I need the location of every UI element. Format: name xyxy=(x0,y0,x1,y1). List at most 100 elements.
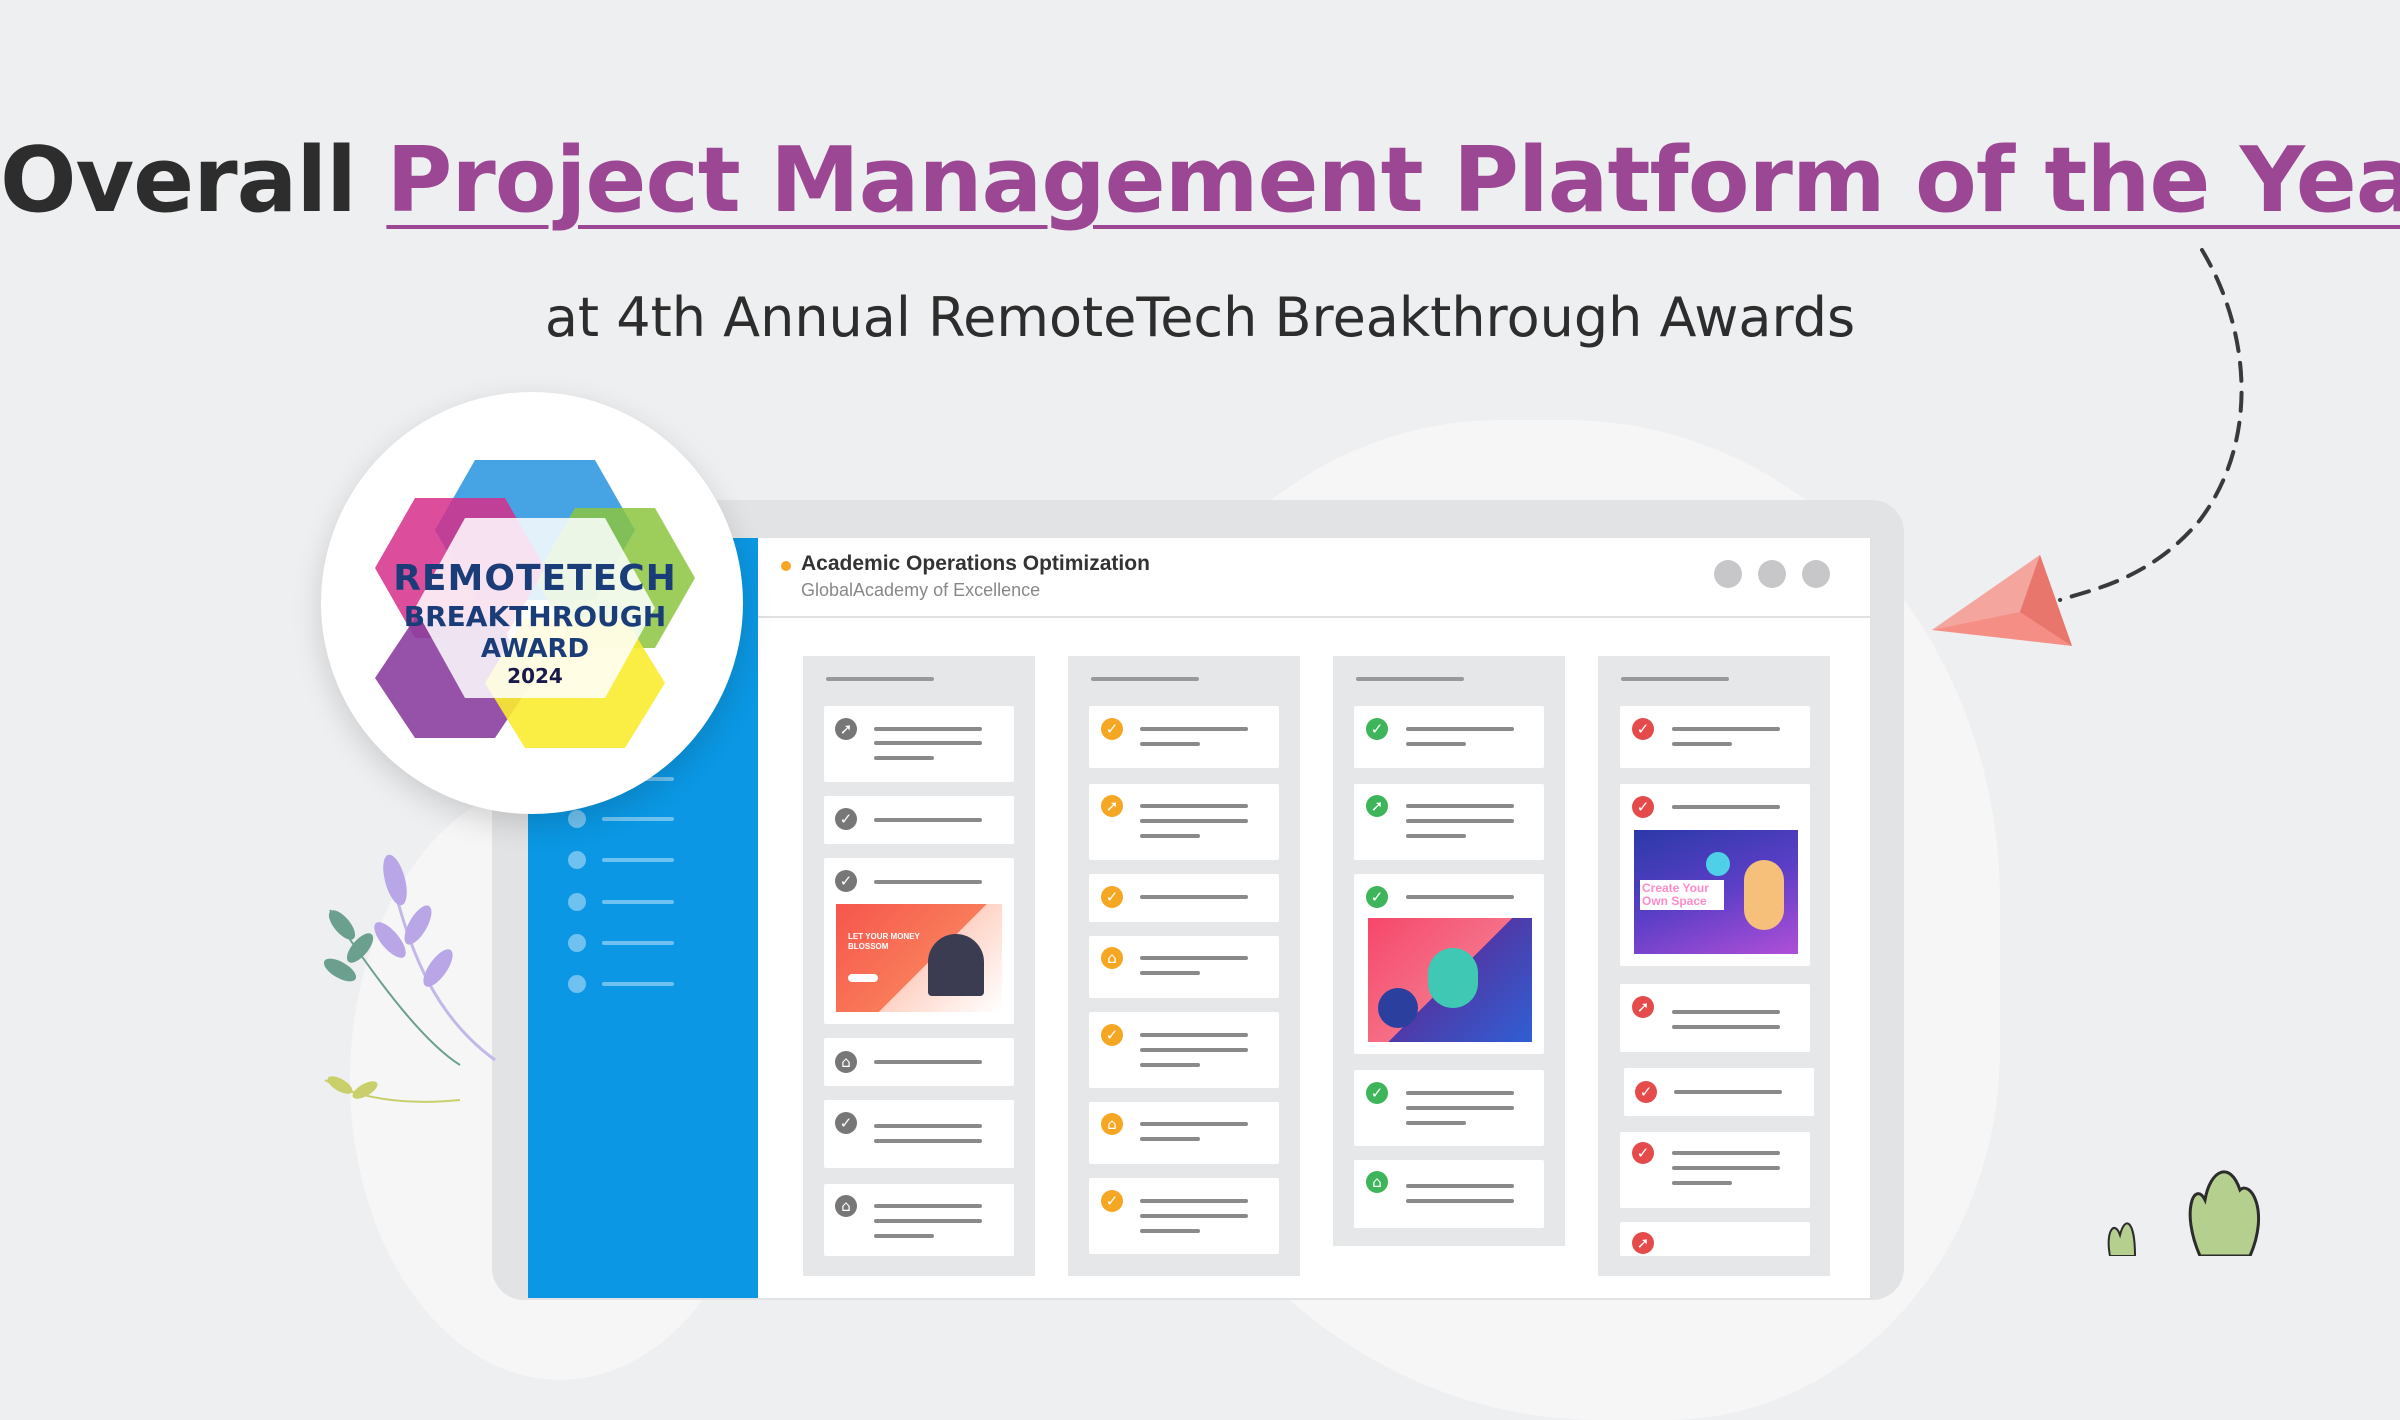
card-line xyxy=(1140,804,1248,808)
card-line xyxy=(1140,1063,1200,1067)
card-line xyxy=(1672,1181,1732,1185)
window-maximize-button[interactable] xyxy=(1758,560,1786,588)
check-status-icon: ✓ xyxy=(1632,1142,1654,1164)
card-image-caption: LET YOUR MONEY BLOSSOM xyxy=(848,932,920,951)
card-line xyxy=(874,741,982,745)
check-status-icon: ✓ xyxy=(1366,718,1388,740)
house-status-icon: ⌂ xyxy=(835,1051,857,1073)
column-title xyxy=(1091,677,1199,681)
project-title: Academic Operations Optimization xyxy=(801,552,1150,575)
check-status-icon: ✓ xyxy=(1366,886,1388,908)
card-line xyxy=(1140,895,1248,899)
project-organization: GlobalAcademy of Excellence xyxy=(801,580,1041,600)
task-card[interactable] xyxy=(1354,1160,1544,1228)
card-line xyxy=(1140,956,1248,960)
card-line xyxy=(874,1219,982,1223)
sidebar-item-dot[interactable] xyxy=(568,810,586,828)
plant-left-icon xyxy=(323,854,496,1103)
card-line xyxy=(1672,1166,1780,1170)
award-badge-year: 2024 xyxy=(507,664,563,688)
sidebar-item-line xyxy=(602,900,674,904)
card-line xyxy=(1140,742,1200,746)
card-line xyxy=(874,1060,982,1064)
arrow-status-icon: ➚ xyxy=(1366,795,1388,817)
card-line xyxy=(1406,804,1514,808)
card-line xyxy=(874,1234,934,1238)
card-line xyxy=(1140,1048,1248,1052)
award-badge-line3: AWARD xyxy=(480,634,590,664)
check-status-icon: ✓ xyxy=(835,808,857,830)
card-image-own-space: Create Your Own Space xyxy=(1634,830,1798,954)
card-line xyxy=(1140,1033,1248,1037)
card-line xyxy=(1140,834,1200,838)
card-line xyxy=(874,1204,982,1208)
card-line xyxy=(874,818,982,822)
arrow-status-icon: ➚ xyxy=(1101,795,1123,817)
card-line xyxy=(874,1139,982,1143)
card-line xyxy=(1672,805,1780,809)
card-image-figure xyxy=(928,934,984,996)
headline: Overall Project Management Platform of t… xyxy=(0,128,2400,233)
card-image-money-blossom: LET YOUR MONEY BLOSSOM xyxy=(836,904,1002,1012)
sidebar-item-dot[interactable] xyxy=(568,851,586,869)
check-status-icon: ✓ xyxy=(1101,1024,1123,1046)
card-line xyxy=(1674,1090,1782,1094)
house-status-icon: ⌂ xyxy=(1101,947,1123,969)
house-status-icon: ⌂ xyxy=(1101,1113,1123,1135)
card-line xyxy=(1406,834,1466,838)
card-image-caption: Create Your Own Space xyxy=(1640,880,1724,910)
sidebar-item-line xyxy=(602,941,674,945)
card-line xyxy=(1406,1106,1514,1110)
award-badge-line2: BREAKTHROUGH xyxy=(403,600,667,633)
check-status-icon: ✓ xyxy=(1366,1082,1388,1104)
card-line xyxy=(1140,1229,1200,1233)
paper-plane-icon xyxy=(1932,555,2072,646)
card-line xyxy=(874,727,982,731)
sidebar-item-dot[interactable] xyxy=(568,893,586,911)
sidebar-item-dot[interactable] xyxy=(568,975,586,993)
card-line xyxy=(1140,727,1248,731)
arrow-status-icon: ➚ xyxy=(1632,1232,1654,1254)
check-status-icon: ✓ xyxy=(1101,718,1123,740)
card-line xyxy=(1406,742,1466,746)
check-status-icon: ✓ xyxy=(835,870,857,892)
card-line xyxy=(1140,971,1200,975)
window-header xyxy=(758,538,1870,618)
window-minimize-button[interactable] xyxy=(1714,560,1742,588)
subheadline-prefix: at xyxy=(544,286,600,349)
card-line xyxy=(1672,1010,1780,1014)
check-status-icon: ✓ xyxy=(1101,886,1123,908)
card-image-planet xyxy=(1706,852,1730,876)
project-status-dot xyxy=(781,561,791,571)
sidebar-item-dot[interactable] xyxy=(568,934,586,952)
card-line xyxy=(1672,1025,1780,1029)
window-close-button[interactable] xyxy=(1802,560,1830,588)
card-image-illustration xyxy=(1368,918,1532,1042)
card-line xyxy=(1140,819,1248,823)
plant-right-icon xyxy=(2107,1170,2260,1256)
card-image-figure xyxy=(1744,860,1784,930)
card-line xyxy=(1140,1122,1248,1126)
task-card[interactable] xyxy=(824,1100,1014,1168)
column-title xyxy=(1356,677,1464,681)
card-line xyxy=(1140,1137,1200,1141)
card-line xyxy=(1672,742,1732,746)
card-line xyxy=(1406,1184,1514,1188)
check-status-icon: ✓ xyxy=(835,1112,857,1134)
house-status-icon: ⌂ xyxy=(835,1195,857,1217)
headline-highlight: Project Management Platform of the Year xyxy=(386,128,2400,233)
arrow-status-icon: ➚ xyxy=(1632,996,1654,1018)
card-line xyxy=(1140,1199,1248,1203)
check-status-icon: ✓ xyxy=(1101,1190,1123,1212)
card-line xyxy=(1406,1199,1514,1203)
column-title xyxy=(1621,677,1729,681)
column-title xyxy=(826,677,934,681)
card-line xyxy=(1406,895,1514,899)
task-card[interactable] xyxy=(1620,984,1810,1052)
house-status-icon: ⌂ xyxy=(1366,1171,1388,1193)
subheadline-event: 4th Annual RemoteTech Breakthrough Award… xyxy=(616,286,1856,349)
card-line xyxy=(1672,1151,1780,1155)
card-line xyxy=(1406,1121,1466,1125)
card-image-figure xyxy=(1428,948,1478,1008)
award-badge-line1: REMOTETECH xyxy=(393,558,677,599)
